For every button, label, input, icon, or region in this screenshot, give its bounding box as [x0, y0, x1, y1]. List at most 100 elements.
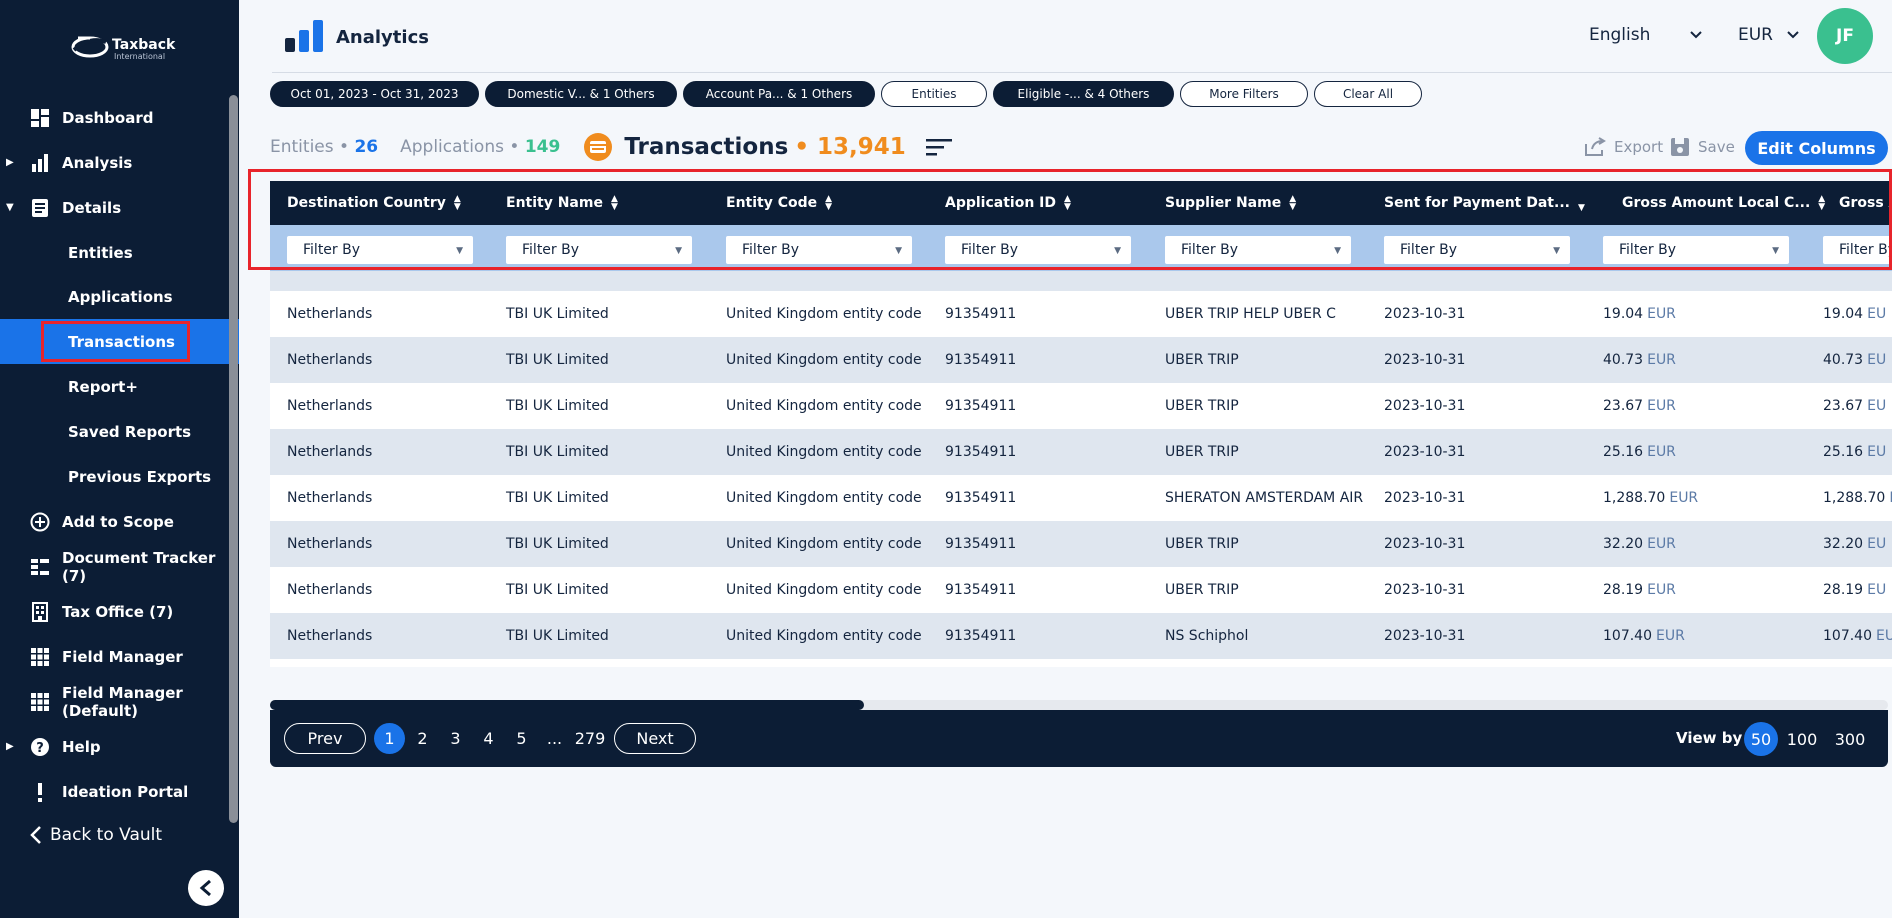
table-row[interactable]: Netherlands TBI UK Limited United Kingdo…	[270, 613, 1892, 659]
applications-summary[interactable]: Applications • 149	[400, 137, 560, 157]
table-row[interactable]: Netherlands TBI UK Limited United Kingdo…	[270, 429, 1892, 475]
page-button-1[interactable]: 1	[374, 723, 405, 754]
sidebar-item-label: Field Manager	[62, 647, 183, 666]
currency-unit: EUR	[1669, 490, 1699, 506]
transactions-count: • 13,941	[794, 134, 906, 160]
table-row[interactable]: Netherlands TBI UK Limited United Kingdo…	[270, 337, 1892, 383]
sidebar-item-entities[interactable]: Entities	[0, 230, 239, 275]
cell-gross-amount: 107.40 EU	[1823, 613, 1892, 659]
sidebar-item-analysis[interactable]: ▶ Analysis	[0, 140, 239, 185]
edit-columns-button[interactable]: Edit Columns	[1745, 131, 1888, 165]
sidebar-item-dashboard[interactable]: Dashboard	[0, 95, 239, 140]
document-icon	[29, 197, 51, 219]
sidebar-item-saved-reports[interactable]: Saved Reports	[0, 409, 239, 454]
partial-row	[270, 271, 1892, 291]
filter-chip-domestic[interactable]: Domestic V... & 1 Others	[485, 81, 677, 107]
filter-chip-date-range[interactable]: Oct 01, 2023 - Oct 31, 2023	[270, 81, 479, 107]
cell-entity-code: United Kingdom entity code	[726, 444, 922, 460]
cell-destination-country: Netherlands	[287, 490, 373, 506]
sidebar-item-help[interactable]: ▶ ? Help	[0, 724, 239, 769]
amount-value: 32.20	[1603, 536, 1644, 552]
taxback-logo[interactable]: Taxback International	[70, 30, 180, 64]
sidebar-item-previous-exports[interactable]: Previous Exports	[0, 454, 239, 499]
view-by-option-100[interactable]: 100	[1782, 722, 1822, 756]
expand-caret-icon: ▶	[6, 157, 14, 168]
sidebar-item-applications[interactable]: Applications	[0, 274, 239, 319]
table-row[interactable]: Netherlands TBI UK Limited United Kingdo…	[270, 567, 1892, 613]
view-by-option-50[interactable]: 50	[1744, 722, 1778, 756]
chevron-down-icon	[1690, 31, 1703, 39]
cell-gross-amount-local: 32.20 EUR	[1603, 521, 1676, 567]
cell-supplier-name: NS Schiphol	[1165, 628, 1249, 644]
cell-gross-amount: 23.67 EU	[1823, 383, 1886, 429]
cell-application-id: 91354911	[945, 306, 1017, 322]
chevron-left-icon	[30, 826, 41, 844]
tracker-icon	[29, 556, 51, 578]
sidebar-item-field-manager-default[interactable]: Field Manager (Default)	[0, 679, 239, 724]
cell-application-id: 91354911	[945, 582, 1017, 598]
chevron-left-icon	[199, 879, 211, 897]
sidebar-item-ideation-portal[interactable]: Ideation Portal	[0, 769, 239, 814]
page-button-last[interactable]: 279	[572, 723, 608, 754]
page-button-3[interactable]: 3	[440, 723, 471, 754]
language-select[interactable]: English	[1589, 25, 1703, 45]
currency-unit: EU	[1867, 398, 1887, 414]
table-row[interactable]: Netherlands TBI UK Limited United Kingdo…	[270, 475, 1892, 521]
cell-gross-amount-local: 40.73 EUR	[1603, 337, 1676, 383]
cell-application-id: 91354911	[945, 444, 1017, 460]
sidebar-item-add-to-scope[interactable]: Add to Scope	[0, 499, 239, 544]
sort-lines-icon[interactable]	[925, 138, 952, 156]
sidebar-item-tax-office[interactable]: Tax Office (7)	[0, 589, 239, 634]
table-row[interactable]: Netherlands TBI UK Limited United Kingdo…	[270, 383, 1892, 429]
currency-unit: EUR	[1656, 628, 1685, 644]
table-row[interactable]: Netherlands TBI UK Limited United Kingdo…	[270, 521, 1892, 567]
sidebar-item-field-manager[interactable]: Field Manager	[0, 634, 239, 679]
back-to-vault-link[interactable]: Back to Vault	[30, 825, 162, 845]
clear-all-button[interactable]: Clear All	[1314, 81, 1422, 107]
sidebar-item-label: Analysis	[62, 153, 133, 172]
header-divider	[272, 72, 1892, 73]
table-row[interactable]: Netherlands TBI UK Limited United Kingdo…	[270, 291, 1892, 337]
sidebar-item-label: Dashboard	[62, 108, 154, 127]
cell-application-id: 91354911	[945, 628, 1017, 644]
filter-chip-eligible[interactable]: Eligible -... & 4 Others	[993, 81, 1174, 107]
sidebar-item-report-plus[interactable]: Report+	[0, 364, 239, 409]
sidebar-item-document-tracker[interactable]: Document Tracker (7)	[0, 544, 239, 589]
page-button-4[interactable]: 4	[473, 723, 504, 754]
grid-icon	[29, 691, 51, 713]
filter-chip-entities[interactable]: Entities	[881, 81, 987, 107]
horizontal-scrollbar-thumb[interactable]	[270, 700, 864, 710]
currency-unit: EUR	[1647, 398, 1676, 414]
sidebar-item-details[interactable]: ▼ Details	[0, 185, 239, 230]
amount-value: 23.67	[1823, 398, 1864, 414]
cell-destination-country: Netherlands	[287, 306, 373, 322]
amount-value: 25.16	[1603, 444, 1644, 460]
filter-chip-account[interactable]: Account Pa... & 1 Others	[683, 81, 875, 107]
save-button[interactable]: Save	[1670, 137, 1735, 157]
cell-gross-amount-local: 28.19 EUR	[1603, 567, 1676, 613]
currency-unit: EUR	[1647, 444, 1676, 460]
cell-entity-name: TBI UK Limited	[506, 536, 609, 552]
sidebar-item-transactions[interactable]: Transactions	[0, 319, 239, 364]
sidebar-scrollbar[interactable]	[229, 95, 238, 823]
page-button-2[interactable]: 2	[407, 723, 438, 754]
more-filters-button[interactable]: More Filters	[1180, 81, 1308, 107]
currency-select[interactable]: EUR	[1738, 25, 1799, 45]
sidebar-item-label: Applications	[68, 287, 173, 306]
amount-value: 19.04	[1823, 306, 1864, 322]
cell-supplier-name: UBER TRIP	[1165, 398, 1239, 414]
next-button[interactable]: Next	[614, 723, 696, 754]
cell-destination-country: Netherlands	[287, 352, 373, 368]
expand-caret-icon: ▶	[6, 741, 14, 752]
prev-button[interactable]: Prev	[284, 723, 366, 754]
cell-destination-country: Netherlands	[287, 398, 373, 414]
currency-unit: EU	[1867, 306, 1887, 322]
entities-summary[interactable]: Entities • 26	[270, 137, 378, 157]
collapse-sidebar-button[interactable]	[188, 870, 224, 906]
transactions-label: Transactions	[624, 134, 789, 160]
view-by-option-300[interactable]: 300	[1830, 722, 1870, 756]
cell-sent-date: 2023-10-31	[1384, 398, 1466, 414]
cell-sent-date: 2023-10-31	[1384, 490, 1466, 506]
user-avatar[interactable]: JF	[1817, 8, 1873, 64]
export-button[interactable]: Export	[1584, 137, 1663, 157]
